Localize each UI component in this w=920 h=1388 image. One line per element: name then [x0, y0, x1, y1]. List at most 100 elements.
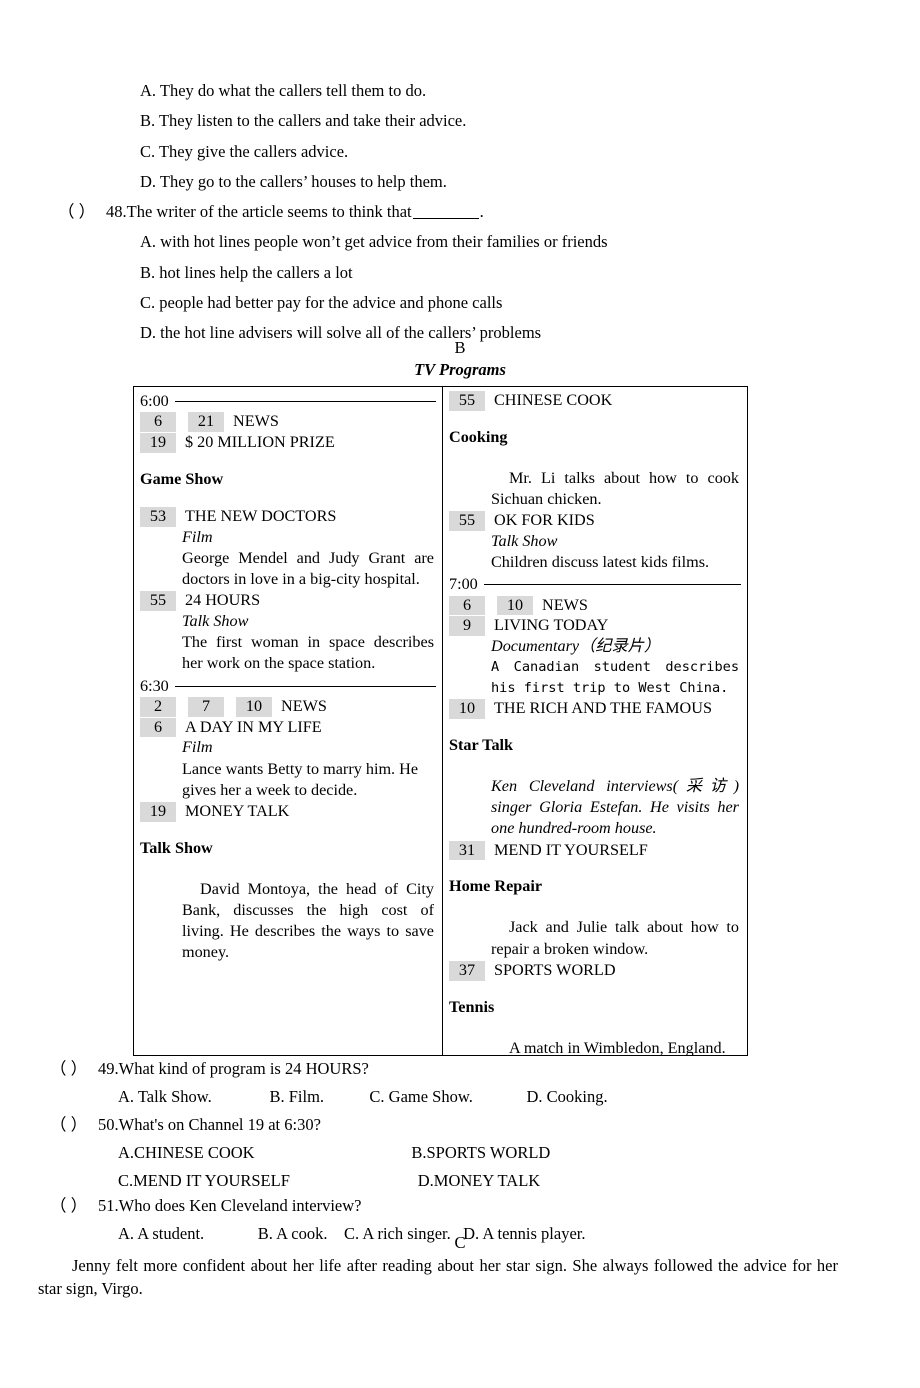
tv-program-row: 9 LIVING TODAY [449, 615, 741, 637]
tv-time-row: 6:00 [140, 391, 436, 411]
tv-program-description: Jack and Julie talk about how to repair … [491, 918, 739, 958]
tv-program-name: SPORTS WORLD [494, 960, 616, 979]
tv-program-row: 55 CHINESE COOK [449, 390, 741, 411]
question-text: 51.Who does Ken Cleveland interview? [98, 1196, 362, 1216]
tv-channel-badge: 37 [449, 960, 485, 981]
section-c-letter: C [454, 1233, 466, 1252]
top-question-block: A. They do what the callers tell them to… [58, 80, 858, 352]
tv-genre-heading: Tennis [449, 997, 495, 1016]
tv-spacer [140, 490, 436, 506]
tv-program-description: Lance wants Betty to marry him. He gives… [182, 759, 418, 799]
tv-time-label: 6:30 [140, 676, 169, 695]
tv-program-name: $ 20 MILLION PRIZE [185, 433, 335, 452]
tv-channel-badge: 21 [188, 412, 224, 433]
tv-time-rule [174, 401, 436, 402]
bottom-question-block: （ ） 49.What kind of program is 24 HOURS? A… [50, 1058, 890, 1251]
tv-program-description: Ken Cleveland interviews(采访) singer Glor… [491, 776, 739, 838]
tv-program-description: A match in Wimbledon, England. [509, 1038, 726, 1055]
answer-paren[interactable]: （ ） [50, 1114, 98, 1135]
tv-genre-heading: Talk Show [140, 838, 213, 857]
tv-program-row: 10 THE RICH AND THE FAMOUS [449, 698, 741, 719]
tv-channel-badge: 31 [449, 840, 485, 861]
tv-channel-badge: 9 [449, 616, 485, 637]
tv-genre-label: Talk Show [491, 532, 558, 551]
tv-program-row: 6 A DAY IN MY LIFE [140, 717, 436, 738]
tv-program-name: A DAY IN MY LIFE [185, 717, 322, 736]
tv-genre-heading: Star Talk [449, 735, 514, 754]
tv-program-name: NEWS [542, 595, 588, 614]
tv-spacer [449, 981, 741, 997]
tv-program-name: OK FOR KIDS [494, 511, 595, 530]
tv-program-name: CHINESE COOK [494, 391, 613, 409]
tv-spacer [449, 860, 741, 876]
answer-paren[interactable]: （ ） [50, 1195, 98, 1216]
tv-channel-badge: 6 [140, 717, 176, 738]
tv-program-row: 53 THE NEW DOCTORS [140, 506, 436, 527]
q48-option-c: C. people had better pay for the advice … [140, 292, 503, 312]
q48-option-b: B. hot lines help the callers a lot [140, 262, 353, 282]
bottom-question-stem: （ ） 49.What kind of program is 24 HOURS? [50, 1058, 890, 1079]
tv-table-left-column: 6:00 6 21 NEWS 19 $ 20 MILLION PRIZE Game Show… [134, 387, 443, 1055]
tv-program-name: LIVING TODAY [494, 616, 609, 635]
tv-time-row: 6:30 [140, 676, 436, 696]
q47-option-c: C. They give the callers advice. [140, 141, 349, 161]
tv-program-row: 6 10 NEWS [449, 595, 741, 616]
bottom-question-stem: （ ） 50.What's on Channel 19 at 6:30? [50, 1114, 890, 1135]
tv-time-rule [174, 685, 436, 687]
tv-genre-heading: Home Repair [449, 877, 543, 896]
tv-genre-heading: Game Show [140, 469, 224, 488]
tv-program-description: Mr. Li talks about how to cook Sichuan c… [491, 468, 739, 509]
tv-program-row: 2 7 10 NEWS [140, 696, 436, 717]
question-options-line: A.CHINESE COOK B.SPORTS WORLD [118, 1142, 551, 1162]
exam-page: A. They do what the callers tell them to… [0, 0, 920, 1388]
question-options-line: A. Talk Show. B. Film. C. Game Show. D. … [118, 1086, 608, 1106]
tv-program-name: THE RICH AND THE FAMOUS [494, 699, 712, 718]
tv-spacer [449, 448, 741, 468]
tv-program-row: 19 $ 20 MILLION PRIZE [140, 432, 436, 453]
tv-genre-heading: Cooking [449, 427, 508, 446]
tv-channel-badge: 55 [449, 511, 485, 532]
tv-program-row: 31 MEND IT YOURSELF [449, 840, 741, 861]
question-options-line: C.MEND IT YOURSELF D.MONEY TALK [118, 1170, 541, 1190]
tv-channel-badge: 7 [188, 696, 224, 717]
tv-spacer [449, 756, 741, 776]
q48-answer-paren[interactable]: （ ） [58, 201, 106, 223]
q47-option-d: D. They go to the callers’ houses to hel… [140, 171, 447, 191]
tv-genre-label: Documentary（纪录片） [491, 637, 661, 656]
tv-time-label: 6:00 [140, 392, 169, 410]
question-text: 49.What kind of program is 24 HOURS? [98, 1059, 369, 1078]
q48-stem-text: The writer of the article seems to think… [126, 202, 412, 222]
tv-program-name: THE NEW DOCTORS [185, 507, 337, 525]
tv-channel-badge: 6 [449, 595, 485, 616]
tv-program-name: 24 HOURS [185, 591, 261, 610]
tv-program-row: 55 24 HOURS [140, 590, 436, 612]
tv-channel-badge: 53 [140, 507, 176, 527]
tv-program-description: David Montoya, the head of City Bank, di… [182, 879, 434, 962]
tv-program-row: 55 OK FOR KIDS [449, 510, 741, 532]
section-b-letter: B [454, 338, 466, 357]
tv-program-description: A Canadian student describes his first t… [491, 659, 739, 696]
tv-spacer [449, 411, 741, 427]
section-b-title: TV Programs [414, 360, 506, 379]
tv-channel-badge: 19 [140, 801, 176, 822]
tv-program-name: MEND IT YOURSELF [494, 840, 648, 859]
q48-stem: （ ） 48.The writer of the article seems to… [58, 201, 858, 223]
tv-genre-label: Talk Show [182, 612, 249, 631]
tv-channel-badge: 55 [140, 591, 176, 612]
tv-spacer [140, 859, 436, 879]
tv-program-row: 19 MONEY TALK [140, 801, 436, 822]
tv-program-description: George Mendel and Judy Grant are doctors… [182, 548, 434, 589]
question-text: 50.What's on Channel 19 at 6:30? [98, 1114, 321, 1134]
tv-spacer [449, 1018, 741, 1038]
tv-channel-badge: 55 [449, 391, 485, 411]
bottom-question-stem: （ ） 51.Who does Ken Cleveland interview? [50, 1195, 890, 1216]
tv-channel-badge: 6 [140, 412, 176, 433]
tv-genre-label: Film [182, 738, 213, 757]
tv-genre-label: Film [182, 527, 213, 546]
answer-paren[interactable]: （ ） [50, 1058, 98, 1079]
tv-channel-badge: 2 [140, 696, 176, 717]
tv-spacer [449, 719, 741, 735]
tv-program-row: 6 21 NEWS [140, 411, 436, 433]
tv-program-row: 37 SPORTS WORLD [449, 960, 741, 981]
tv-program-description: Children discuss latest kids films. [491, 553, 710, 572]
